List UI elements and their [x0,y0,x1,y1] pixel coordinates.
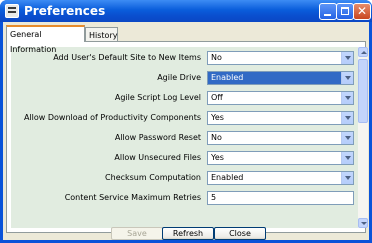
select-value: Enabled [211,173,244,182]
title-bar[interactable]: Preferences ✕ [0,0,372,22]
tab-general-information[interactable]: General Information [6,25,85,54]
vertical-scrollbar[interactable] [358,47,368,228]
row-label: Add User's Default Site to New Items [53,53,201,62]
scroll-thumb[interactable] [358,59,368,123]
close-button[interactable]: Close [214,227,266,240]
select-value: No [211,53,222,62]
scroll-up-icon[interactable] [358,47,368,57]
chevron-down-icon[interactable] [341,152,353,164]
app-icon [5,4,19,18]
row-label: Agile Script Log Level [114,93,201,102]
agile-drive-select[interactable]: Enabled [207,71,354,85]
download-productivity-select[interactable]: Yes [207,111,354,125]
row-label: Agile Drive [157,73,201,82]
scroll-down-icon[interactable] [358,218,368,228]
row-label: Allow Password Reset [114,133,201,142]
minimize-button[interactable] [319,3,337,20]
chevron-down-icon[interactable] [341,52,353,64]
password-reset-select[interactable]: No [207,131,354,145]
chevron-down-icon[interactable] [341,132,353,144]
maximize-icon [341,7,349,15]
select-value: Enabled [211,73,244,82]
select-value: Yes [211,113,224,122]
select-value: No [211,133,222,142]
close-window-button[interactable]: ✕ [353,3,371,20]
dialog-body: General Information History Add User's D… [3,22,369,240]
maximize-button[interactable] [336,3,354,20]
script-log-level-select[interactable]: Off [207,91,354,105]
close-icon: ✕ [356,4,368,18]
tab-panel: Add User's Default Site to New Items No … [6,41,368,233]
minimize-icon [324,14,331,16]
select-value: Yes [211,153,224,162]
row-label: Allow Download of Productivity Component… [23,113,201,122]
checksum-computation-select[interactable]: Enabled [207,171,354,185]
default-site-select[interactable]: No [207,51,354,65]
refresh-button[interactable]: Refresh [162,227,214,240]
row-label: Content Service Maximum Retries [64,193,201,202]
input-value: 5 [211,193,217,202]
chevron-down-icon[interactable] [341,172,353,184]
window-title: Preferences [24,4,106,18]
chevron-down-icon[interactable] [341,92,353,104]
chevron-down-icon[interactable] [341,72,353,84]
chevron-down-icon[interactable] [341,112,353,124]
unsecured-files-select[interactable]: Yes [207,151,354,165]
preferences-window: Preferences ✕ General Information Histor… [0,0,372,243]
max-retries-input[interactable]: 5 [207,191,354,205]
preferences-list: Add User's Default Site to New Items No … [11,47,358,228]
row-label: Allow Unsecured Files [114,153,201,162]
select-value: Off [211,93,223,102]
save-button[interactable]: Save [111,227,163,240]
row-label: Checksum Computation [105,173,201,182]
